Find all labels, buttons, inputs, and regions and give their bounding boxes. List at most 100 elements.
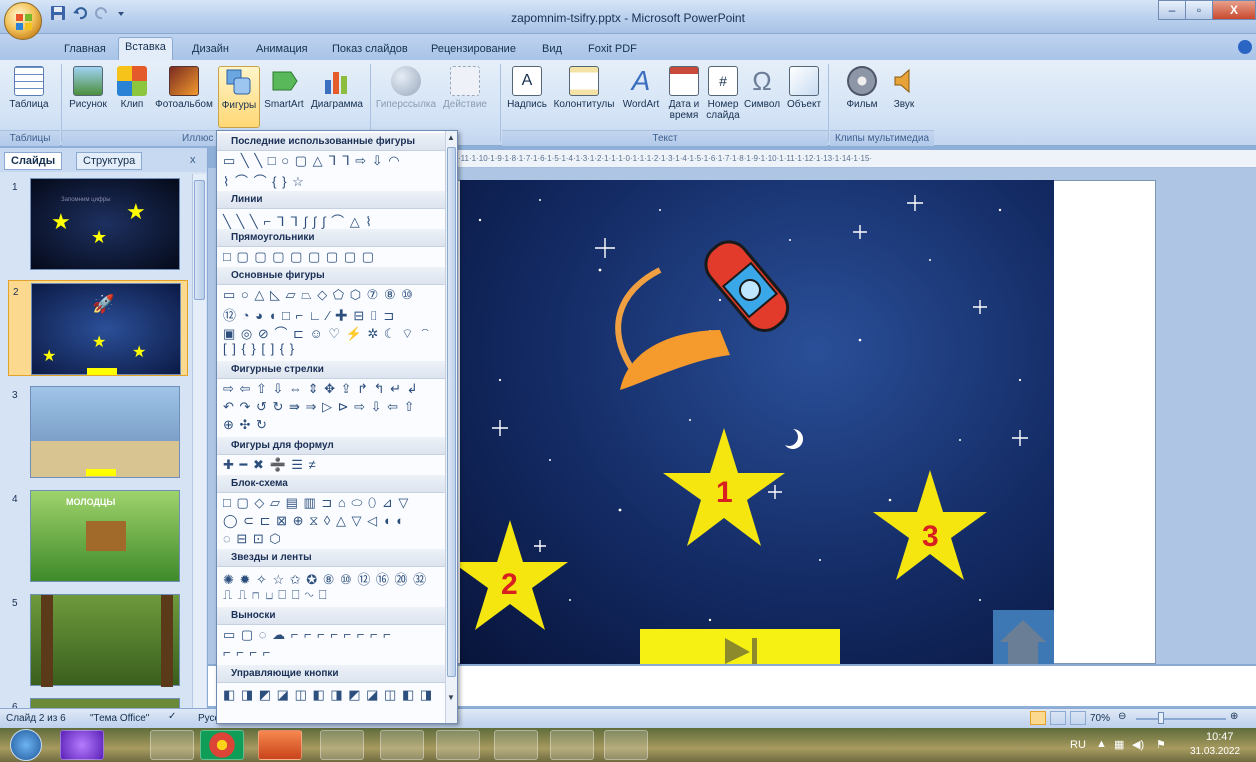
star-2[interactable]: 2 [460, 520, 568, 630]
wordart-button[interactable]: A WordArt [618, 66, 664, 111]
zoom-out-icon[interactable]: ⊖ [1118, 711, 1126, 722]
stars-row-2[interactable]: ⎍ ⎍ ⊓ ⊔ ⎕ ⎕ ∿ ⎕ [223, 587, 328, 603]
slide-thumbnail-5[interactable]: 5 [8, 592, 188, 688]
hyperlink-button[interactable]: Гиперссылка [374, 66, 438, 110]
photo-album-button[interactable]: Фотоальбом [152, 66, 216, 110]
clock-time[interactable]: 10:47 [1206, 731, 1234, 743]
slideshow-view-icon[interactable] [1070, 711, 1086, 725]
header-footer-button[interactable]: Колонтитулы [552, 66, 616, 110]
slide-number: 2 [13, 287, 19, 298]
chart-button[interactable]: Диаграмма [308, 66, 366, 110]
slide-thumbnail-6[interactable]: 6 [8, 696, 188, 708]
taskbar-app-7[interactable] [436, 730, 480, 760]
sound-button[interactable]: Звук [884, 66, 924, 110]
tab-review[interactable]: Рецензирование [425, 40, 522, 60]
callouts-row-2[interactable]: ⌐ ⌐ ⌐ ⌐ [223, 645, 271, 660]
maximize-button[interactable]: ▫ [1185, 0, 1213, 20]
volume-icon[interactable]: ◀) [1132, 738, 1144, 751]
taskbar-app-5[interactable] [320, 730, 364, 760]
flag-icon[interactable]: ⚑ [1156, 738, 1166, 751]
zoom-in-icon[interactable]: ⊕ [1230, 711, 1238, 722]
flowchart-row-2[interactable]: ◯ ⊂ ⊏ ⊠ ⊕ ⧖ ◊ △ ▽ ◁ ◖ ◐ [223, 513, 405, 529]
tab-animation[interactable]: Анимация [250, 40, 314, 60]
shapes-button[interactable]: Фигуры [218, 66, 260, 128]
minimize-button[interactable]: – [1158, 0, 1186, 20]
star-3[interactable]: 3 [873, 470, 987, 580]
taskbar-app-1[interactable] [60, 730, 104, 760]
tab-design[interactable]: Дизайн [186, 40, 235, 60]
datetime-button[interactable]: Дата и время [664, 66, 704, 121]
picture-button[interactable]: Рисунок [64, 66, 112, 110]
clock-date[interactable]: 31.03.2022 [1190, 746, 1240, 757]
zoom-level[interactable]: 70% [1090, 713, 1110, 724]
slide-sorter-icon[interactable] [1050, 711, 1066, 725]
album-label: Фотоальбом [155, 99, 213, 110]
language-bar[interactable]: RU [1070, 739, 1086, 751]
tab-view[interactable]: Вид [536, 40, 568, 60]
basic-shapes-row-4[interactable]: [ ] { } [ ] { } [223, 341, 295, 356]
block-arrows-row-1[interactable]: ⇨ ⇦ ⇧ ⇩ ⇔ ⇕ ✥ ⇪ ↱ ↰ ↵ ↲ [223, 381, 419, 397]
taskbar-chrome-icon[interactable] [200, 730, 244, 760]
flowchart-row-1[interactable]: □ ▢ ◇ ▱ ▤ ▥ ⊐ ⌂ ⬭ ⬯ ⊿ ▽ [223, 495, 409, 511]
next-slide-action-button[interactable] [640, 629, 840, 664]
slide-thumbnail-2[interactable]: 2 🚀 ★ ★ ★ [8, 280, 188, 376]
tab-home[interactable]: Главная [58, 40, 112, 60]
textbox-button[interactable]: A Надпись [504, 66, 550, 110]
action-buttons-row[interactable]: ◧ ◨ ◩ ◪ ◫ ◧ ◨ ◩ ◪ ◫ ◧ ◨ [223, 687, 433, 703]
taskbar-paint-icon[interactable] [604, 730, 648, 760]
spellcheck-icon[interactable]: ✓ [168, 711, 176, 722]
flowchart-row-3[interactable]: ◌ ⊟ ⊡ ⬡ [223, 531, 282, 547]
start-button[interactable] [10, 729, 42, 761]
action-button[interactable]: Действие [440, 66, 490, 110]
equation-shapes-row[interactable]: ✚ ━ ✖ ➗ ☰ ≠ [223, 457, 317, 473]
zoom-slider[interactable] [1136, 718, 1226, 720]
star-1[interactable]: 1 [663, 428, 785, 546]
close-button[interactable]: X [1212, 0, 1256, 20]
tab-slides[interactable]: Слайды [4, 152, 63, 170]
home-action-button[interactable] [993, 610, 1054, 664]
zoom-slider-thumb[interactable] [1158, 712, 1164, 724]
tab-outline[interactable]: Структура [76, 152, 143, 170]
symbol-button[interactable]: Ω Символ [742, 66, 782, 110]
basic-shapes-row-1[interactable]: ▭ ○ △ ◺ ▱ ⏢ ◇ ⬠ ⬡ ⑦ ⑧ ⑩ [223, 287, 414, 303]
slide-number-button[interactable]: # Номер слайда [704, 66, 742, 121]
network-icon[interactable]: ▦ [1114, 738, 1124, 751]
stars-row-1[interactable]: ✺ ✹ ✧ ☆ ✩ ✪ ⑧ ⑩ ⑫ ⑯ ⑳ ㉜ [223, 569, 427, 588]
theme-name[interactable]: "Тема Office" [90, 713, 149, 724]
gallery-scrollbar[interactable]: ▲ ▼ [445, 131, 457, 723]
clip-button[interactable]: Клип [114, 66, 150, 110]
scroll-down-icon[interactable]: ▼ [447, 693, 456, 703]
thumbnail-scrollbar[interactable] [192, 174, 206, 708]
close-panel-icon[interactable]: x [190, 154, 196, 166]
lines-row[interactable]: ╲ ╲ ╲ ⌐ ᒣ ᒣ ∫ ∫ ∫ ⌒ △ ⌇ [223, 211, 373, 230]
block-arrows-row-3[interactable]: ⊕ ✣ ↻ [223, 417, 268, 433]
tab-insert[interactable]: Вставка [118, 37, 173, 61]
tab-slideshow[interactable]: Показ слайдов [326, 40, 414, 60]
scroll-up-icon[interactable]: ▲ [447, 133, 456, 143]
taskbar-word-icon[interactable] [150, 730, 194, 760]
slide-thumbnail-3[interactable]: 3 [8, 384, 188, 480]
tab-foxit-pdf[interactable]: Foxit PDF [582, 40, 643, 60]
slide-thumbnail-1[interactable]: 1 Запомним цифры ★ ★ ★ [8, 176, 188, 272]
block-arrows-row-2[interactable]: ↶ ↷ ↺ ↻ ⇛ ⇒ ▷ ⊳ ⇨ ⇩ ⇦ ⇧ [223, 399, 416, 415]
basic-shapes-row-3[interactable]: ▣ ◎ ⊘ ⌒ ⊏ ☺ ♡ ⚡ ✲ ☾ ⌔ ⌒ [223, 323, 432, 342]
object-button[interactable]: Объект [784, 66, 824, 110]
slide-thumbnail-4[interactable]: 4 МОЛОДЦЫ [8, 488, 188, 584]
smartart-button[interactable]: SmartArt [262, 66, 306, 110]
taskbar-powerpoint-icon[interactable] [258, 730, 302, 760]
taskbar-app-8[interactable] [494, 730, 538, 760]
office-button[interactable] [4, 2, 42, 40]
taskbar-app-9[interactable] [550, 730, 594, 760]
callouts-row-1[interactable]: ▭ ▢ ◌ ☁ ⌐ ⌐ ⌐ ⌐ ⌐ ⌐ ⌐ ⌐ [223, 627, 392, 643]
tray-arrow-icon[interactable]: ▲ [1096, 738, 1107, 750]
taskbar-app-6[interactable] [380, 730, 424, 760]
recent-shapes-row-2[interactable]: ⌇ ⌒ ⌒ { } ☆ [223, 171, 305, 190]
table-button[interactable]: Таблица [4, 66, 54, 110]
normal-view-icon[interactable] [1030, 711, 1046, 725]
help-icon[interactable] [1238, 40, 1252, 54]
basic-shapes-row-2[interactable]: ⑫ ◔ ◕ ◖ □ ⌐ ∟ ⁄ ✚ ⊟ ⌷ ⊐ [223, 305, 395, 324]
rectangles-row[interactable]: □ ▢ ▢ ▢ ▢ ▢ ▢ ▢ ▢ [223, 249, 375, 265]
recent-shapes-row[interactable]: ▭ ╲ ╲ □ ○ ▢ △ ᒣ ᒣ ⇨ ⇩ ◠ [223, 153, 401, 169]
movie-button[interactable]: Фильм [840, 66, 884, 110]
gallery-scroll-thumb[interactable] [447, 147, 456, 677]
